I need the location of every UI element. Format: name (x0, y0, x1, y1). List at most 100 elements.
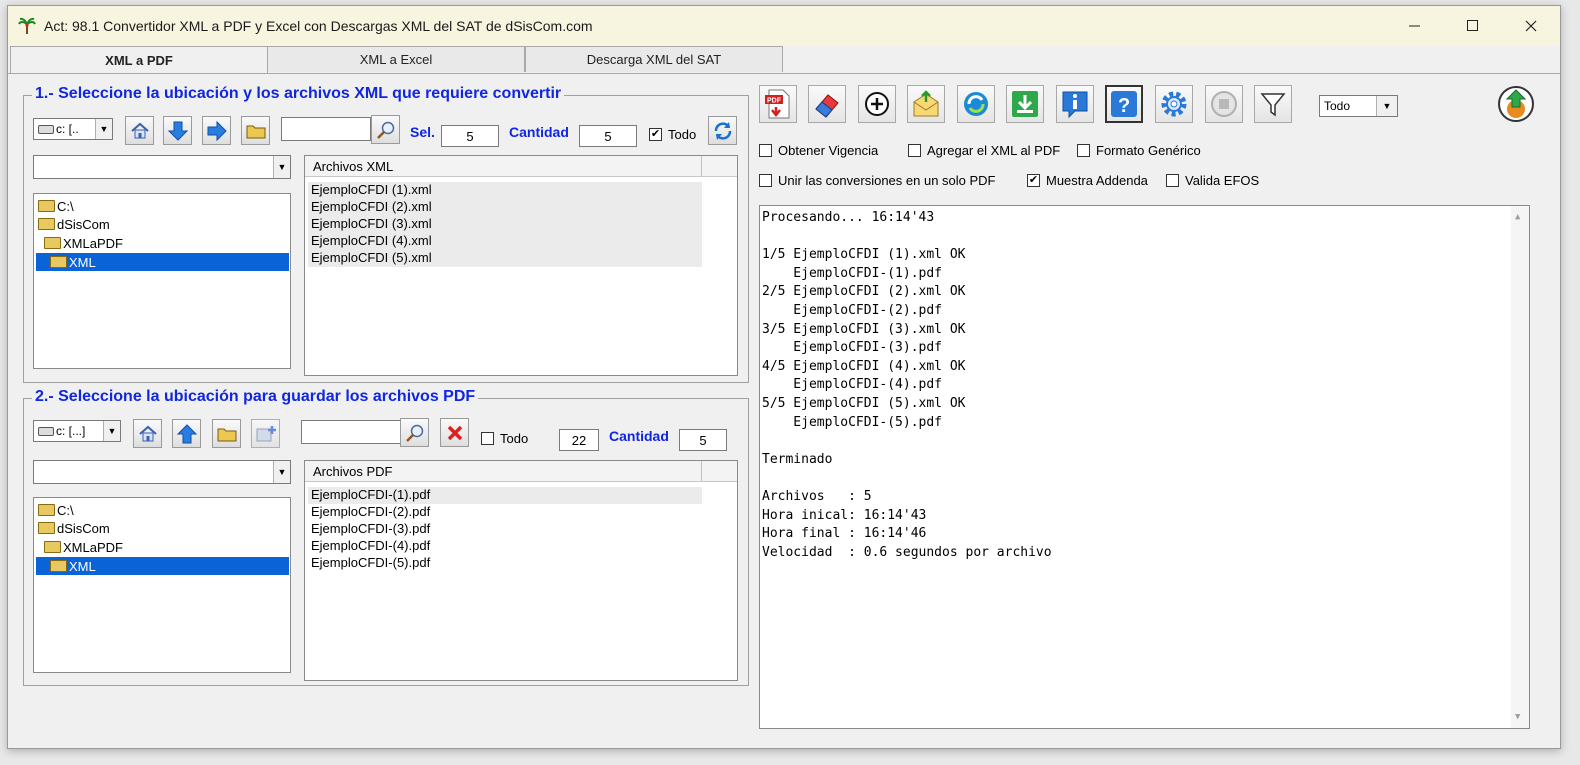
reload-button[interactable] (708, 116, 737, 145)
dest-todo-checkbox[interactable]: Todo (481, 431, 528, 446)
dest-up-button[interactable] (172, 419, 201, 448)
log-line: EjemploCFDI-(4).pdf (762, 377, 943, 393)
close-button[interactable] (1502, 6, 1560, 46)
delete-button[interactable] (440, 418, 469, 447)
download-button[interactable] (1006, 85, 1044, 123)
filter-type-select[interactable]: Todo ▼ (1319, 95, 1398, 117)
list-item[interactable]: EjemploCFDI-(3).pdf (308, 521, 702, 538)
new-folder-button[interactable] (251, 419, 280, 448)
eraser-icon (815, 94, 839, 118)
app-palm-icon (18, 17, 36, 34)
sync-button[interactable] (957, 85, 995, 123)
pdf-file-list[interactable]: Archivos PDF EjemploCFDI-(1).pdf Ejemplo… (304, 460, 738, 681)
home-button[interactable] (125, 116, 154, 145)
log-scrollbar[interactable]: ▲ ▼ (1511, 206, 1529, 728)
folder-icon (44, 237, 61, 249)
tree-node-c[interactable]: C:\ (38, 197, 74, 215)
list-item[interactable]: EjemploCFDI-(2).pdf (308, 504, 702, 521)
list-item[interactable]: EjemploCFDI-(1).pdf (308, 487, 702, 504)
tree-node-dsiscom[interactable]: dSisCom (38, 519, 110, 537)
move-down-button[interactable] (163, 116, 192, 145)
section1-legend: 1.- Seleccione la ubicación y los archiv… (32, 85, 565, 103)
tab-descarga-xml-sat[interactable]: Descarga XML del SAT (525, 46, 783, 72)
filter-button[interactable] (1254, 85, 1292, 123)
tab-xml-a-pdf[interactable]: XML a PDF (10, 46, 268, 74)
tree-node-c[interactable]: C:\ (38, 501, 74, 519)
tree-node-xml-selected[interactable]: XML (36, 253, 289, 271)
tree-node-xml-selected[interactable]: XML (36, 557, 289, 575)
dest-search-input[interactable] (301, 420, 401, 444)
list-item[interactable]: EjemploCFDI (1).xml (308, 182, 702, 199)
maximize-button[interactable] (1444, 6, 1502, 46)
source-drive-select[interactable]: c: [.. ▼ (33, 118, 113, 140)
stop-icon (1211, 91, 1237, 117)
process-log-textarea[interactable]: Procesando... 16:14'43 1/5 EjemploCFDI (… (759, 205, 1530, 729)
magnifier-icon (405, 424, 423, 442)
open-folder-button[interactable] (241, 116, 270, 145)
scroll-up-icon[interactable]: ▲ (1515, 212, 1520, 222)
dest-total-count-field: 22 (559, 429, 599, 451)
dest-home-button[interactable] (133, 419, 162, 448)
dest-folder-button[interactable] (212, 419, 241, 448)
move-forward-button[interactable] (202, 116, 231, 145)
stop-button[interactable] (1205, 85, 1243, 123)
tree-node-xmlapdf[interactable]: XMLaPDF (44, 538, 123, 556)
obtener-vigencia-checkbox[interactable]: Obtener Vigencia (759, 143, 878, 158)
tree-node-label: XMLaPDF (63, 235, 123, 251)
source-search-input[interactable] (281, 117, 371, 141)
list-item[interactable]: EjemploCFDI (5).xml (308, 250, 702, 267)
agregar-xml-checkbox[interactable]: Agregar el XML al PDF (908, 143, 1060, 158)
filter-type-value: Todo (1324, 99, 1351, 113)
source-filter-select[interactable]: ▼ (33, 155, 291, 179)
tree-node-label: C:\ (57, 198, 74, 214)
convert-pdf-button[interactable]: PDF (759, 85, 797, 123)
svg-text:PDF: PDF (767, 98, 782, 105)
help-button[interactable]: ? (1105, 85, 1143, 123)
tree-node-xmlapdf[interactable]: XMLaPDF (44, 234, 123, 252)
agregar-xml-label: Agregar el XML al PDF (927, 143, 1061, 158)
tree-node-label: XML (69, 254, 96, 270)
todo-checkbox[interactable]: ✔ Todo (649, 127, 696, 142)
list-item[interactable]: EjemploCFDI (2).xml (308, 199, 702, 216)
valida-efos-checkbox[interactable]: Valida EFOS (1166, 173, 1259, 188)
xml-list-header[interactable]: Archivos XML (305, 156, 737, 177)
update-button[interactable] (1497, 85, 1535, 123)
dest-search-button[interactable] (400, 418, 429, 447)
list-item[interactable]: EjemploCFDI (3).xml (308, 216, 702, 233)
list-item[interactable]: EjemploCFDI-(4).pdf (308, 538, 702, 555)
muestra-addenda-label: Muestra Addenda (1046, 173, 1148, 188)
tree-node-label: XMLaPDF (63, 539, 123, 555)
settings-gear-icon (1161, 91, 1187, 117)
source-drive-value: c: [.. (56, 122, 79, 136)
minimize-button[interactable] (1386, 6, 1444, 46)
dest-todo-label: Todo (500, 431, 529, 446)
dest-drive-select[interactable]: c: [...] ▼ (33, 420, 121, 442)
info-button[interactable] (1056, 85, 1094, 123)
log-line: 1/5 EjemploCFDI (1).xml OK (762, 247, 966, 263)
log-lines: Procesando... 16:14'43 1/5 EjemploCFDI (… (762, 210, 1052, 563)
dest-filter-select[interactable]: ▼ (33, 460, 291, 484)
tab-xml-a-excel[interactable]: XML a Excel (267, 46, 525, 72)
source-search-button[interactable] (371, 115, 400, 144)
xml-file-list[interactable]: Archivos XML EjemploCFDI (1).xml Ejemplo… (304, 155, 738, 376)
pdf-list-header[interactable]: Archivos PDF (305, 461, 737, 482)
unir-conversiones-checkbox[interactable]: Unir las conversiones en un solo PDF (759, 173, 996, 188)
filter-icon (1260, 93, 1286, 117)
tree-node-dsiscom[interactable]: dSisCom (38, 215, 110, 233)
open-mail-button[interactable] (907, 85, 945, 123)
source-folder-tree[interactable]: C:\ dSisCom XMLaPDF XML (33, 193, 291, 369)
list-item[interactable]: EjemploCFDI-(5).pdf (308, 555, 702, 572)
muestra-addenda-checkbox[interactable]: ✔ Muestra Addenda (1027, 173, 1148, 188)
settings-button[interactable] (1155, 85, 1193, 123)
dest-drive-value: c: [...] (56, 424, 86, 438)
tab-bar: XML a PDF XML a Excel Descarga XML del S… (8, 46, 1560, 74)
log-line: Terminado (762, 451, 833, 467)
scroll-down-icon[interactable]: ▼ (1515, 712, 1520, 722)
list-item[interactable]: EjemploCFDI (4).xml (308, 233, 702, 250)
clear-button[interactable] (808, 85, 846, 123)
checkbox-unchecked-icon (1166, 174, 1179, 187)
dest-folder-tree[interactable]: C:\ dSisCom XMLaPDF XML (33, 497, 291, 673)
add-button[interactable] (858, 85, 896, 123)
formato-generico-checkbox[interactable]: Formato Genérico (1077, 143, 1201, 158)
